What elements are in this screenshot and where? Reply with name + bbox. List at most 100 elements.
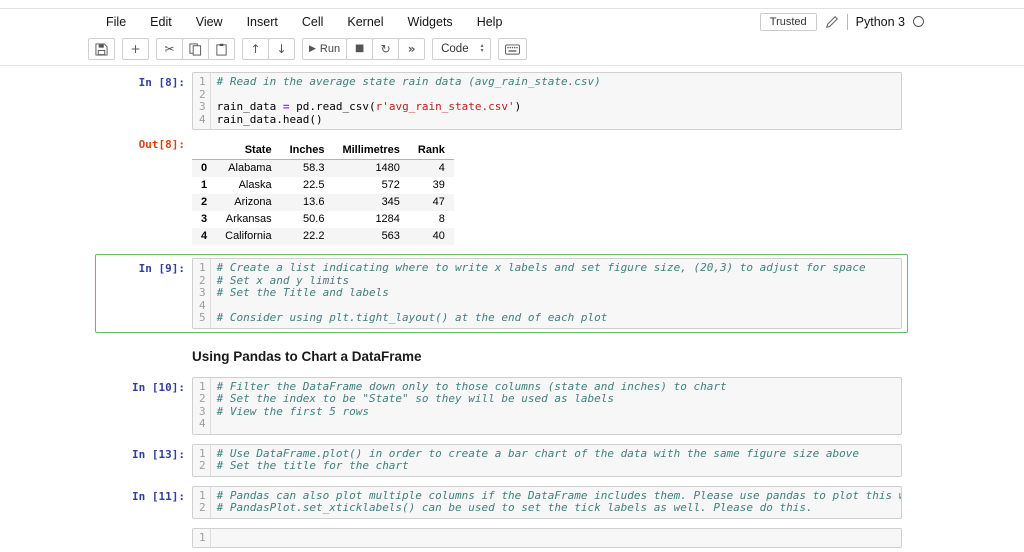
code-input[interactable]: 12# Use DataFrame.plot() in order to cre… [192, 444, 902, 477]
code-line: # Set the Title and labels [217, 287, 901, 300]
df-row-index: 2 [192, 194, 216, 211]
df-row-index: 1 [192, 177, 216, 194]
line-numbers: 1 [193, 529, 211, 548]
code-cell[interactable]: 1 [95, 524, 908, 552]
command-palette-button[interactable] [498, 38, 527, 60]
move-cell-up-button[interactable]: ↑ [242, 38, 269, 60]
df-cell: Arizona [216, 194, 280, 211]
floppy-icon [95, 43, 108, 56]
arrow-down-icon: ↓ [276, 43, 286, 55]
stop-icon: ■ [355, 44, 364, 54]
code-editor[interactable]: # Filter the DataFrame down only to thos… [211, 378, 901, 434]
edit-pencil-icon [825, 15, 839, 29]
cell-type-value: Code [441, 43, 469, 55]
menu-file[interactable]: File [94, 12, 138, 32]
code-editor[interactable]: # Read in the average state rain data (a… [211, 73, 901, 129]
code-cell[interactable]: In [8]:1234# Read in the average state r… [95, 68, 908, 253]
palette-group [498, 38, 527, 60]
copy-button[interactable] [182, 38, 209, 60]
code-line: # PandasPlot.set_xticklabels() can be us… [217, 502, 901, 515]
df-cell: 8 [409, 211, 454, 228]
markdown-cell[interactable]: Using Pandas to Chart a DataFrame [95, 337, 908, 371]
df-cell: California [216, 228, 280, 245]
df-cell: Alabama [216, 160, 280, 178]
code-editor[interactable]: # Use DataFrame.plot() in order to creat… [211, 445, 901, 476]
top-strip [0, 0, 1024, 8]
copy-icon [189, 43, 202, 56]
code-cell[interactable]: In [13]:12# Use DataFrame.plot() in orde… [95, 440, 908, 481]
code-input[interactable]: 12345# Create a list indicating where to… [192, 258, 902, 329]
code-input[interactable]: 1234# Read in the average state rain dat… [192, 72, 902, 130]
df-cell: 4 [409, 160, 454, 178]
restart-run-all-button[interactable]: » [398, 38, 425, 60]
dropdown-down-arrow: ▾ [481, 49, 484, 54]
df-col-header: Inches [281, 142, 334, 160]
menu-view[interactable]: View [184, 12, 235, 32]
df-cell: 13.6 [281, 194, 334, 211]
input-prompt: In [9]: [101, 258, 192, 329]
code-line: rain_data.head() [217, 114, 901, 127]
df-row-index: 4 [192, 228, 216, 245]
menu-insert[interactable]: Insert [235, 12, 290, 32]
code-editor[interactable] [211, 529, 901, 548]
menubar-right: Trusted Python 3 [760, 13, 924, 31]
keyboard-icon [505, 44, 520, 55]
menu-edit[interactable]: Edit [138, 12, 184, 32]
restart-icon: ↻ [381, 43, 391, 55]
code-cell[interactable]: In [11]:12# Pandas can also plot multipl… [95, 482, 908, 523]
run-group: ▶Run ■ ↻ » [302, 38, 425, 60]
dataframe-table: StateInchesMillimetresRank0Alabama58.3 1 4… [192, 142, 454, 245]
input-prompt [101, 528, 192, 549]
code-editor[interactable]: # Pandas can also plot multiple columns … [211, 487, 901, 518]
table-row: 1Alaska22.557239 [192, 177, 454, 194]
menubar: FileEditViewInsertCellKernelWidgetsHelp … [0, 9, 1024, 34]
line-numbers: 12345 [193, 259, 211, 328]
code-cell[interactable]: In [10]:1234# Filter the DataFrame down … [95, 373, 908, 439]
trusted-badge[interactable]: Trusted [760, 13, 817, 31]
code-line: # Set the title for the chart [217, 460, 901, 473]
fast-forward-icon: » [408, 43, 416, 55]
menu-widgets[interactable]: Widgets [396, 12, 465, 32]
move-cell-down-button[interactable]: ↓ [268, 38, 295, 60]
menu-kernel[interactable]: Kernel [335, 12, 395, 32]
paste-button[interactable] [208, 38, 235, 60]
df-row-index: 3 [192, 211, 216, 228]
line-numbers: 1234 [193, 378, 211, 434]
interrupt-kernel-button[interactable]: ■ [346, 38, 373, 60]
df-cell: 39 [409, 177, 454, 194]
df-corner [192, 142, 216, 160]
save-button[interactable] [88, 38, 115, 60]
code-cell[interactable]: In [9]:12345# Create a list indicating w… [95, 254, 908, 333]
run-button[interactable]: ▶Run [302, 38, 347, 60]
clipboard-group: ✂ [156, 38, 235, 60]
input-prompt: In [10]: [101, 377, 192, 435]
code-input[interactable]: 12# Pandas can also plot multiple column… [192, 486, 902, 519]
df-cell: 58.3 [281, 160, 334, 178]
df-header-row: StateInchesMillimetresRank [192, 142, 454, 160]
code-editor[interactable]: # Create a list indicating where to writ… [211, 259, 901, 328]
table-row: 2Arizona13.634547 [192, 194, 454, 211]
line-numbers: 1234 [193, 73, 211, 129]
add-cell-button[interactable]: + [122, 38, 149, 60]
cut-button[interactable]: ✂ [156, 38, 183, 60]
table-row: 0Alabama58.314804 [192, 160, 454, 178]
df-cell: 50.6 [281, 211, 334, 228]
df-col-header: Millimetres [333, 142, 408, 160]
restart-kernel-button[interactable]: ↻ [372, 38, 399, 60]
df-row-index: 0 [192, 160, 216, 178]
code-input[interactable]: 1 [192, 528, 902, 549]
cell-type-dropdown[interactable]: Code ▴ ▾ [432, 38, 491, 60]
menu-cell[interactable]: Cell [290, 12, 336, 32]
df-cell: 22.5 [281, 177, 334, 194]
menu-help[interactable]: Help [465, 12, 515, 32]
arrow-up-icon: ↑ [250, 43, 260, 55]
kernel-name: Python 3 [856, 15, 905, 29]
df-cell: 345 [333, 194, 408, 211]
insert-group: + [122, 38, 149, 60]
line-numbers: 12 [193, 445, 211, 476]
code-input[interactable]: 1234# Filter the DataFrame down only to … [192, 377, 902, 435]
output-area: Out[8]:StateInchesMillimetresRank0Alabam… [101, 134, 902, 249]
code-line: # View the first 5 rows [217, 406, 901, 419]
df-cell: 563 [333, 228, 408, 245]
df-cell: 40 [409, 228, 454, 245]
